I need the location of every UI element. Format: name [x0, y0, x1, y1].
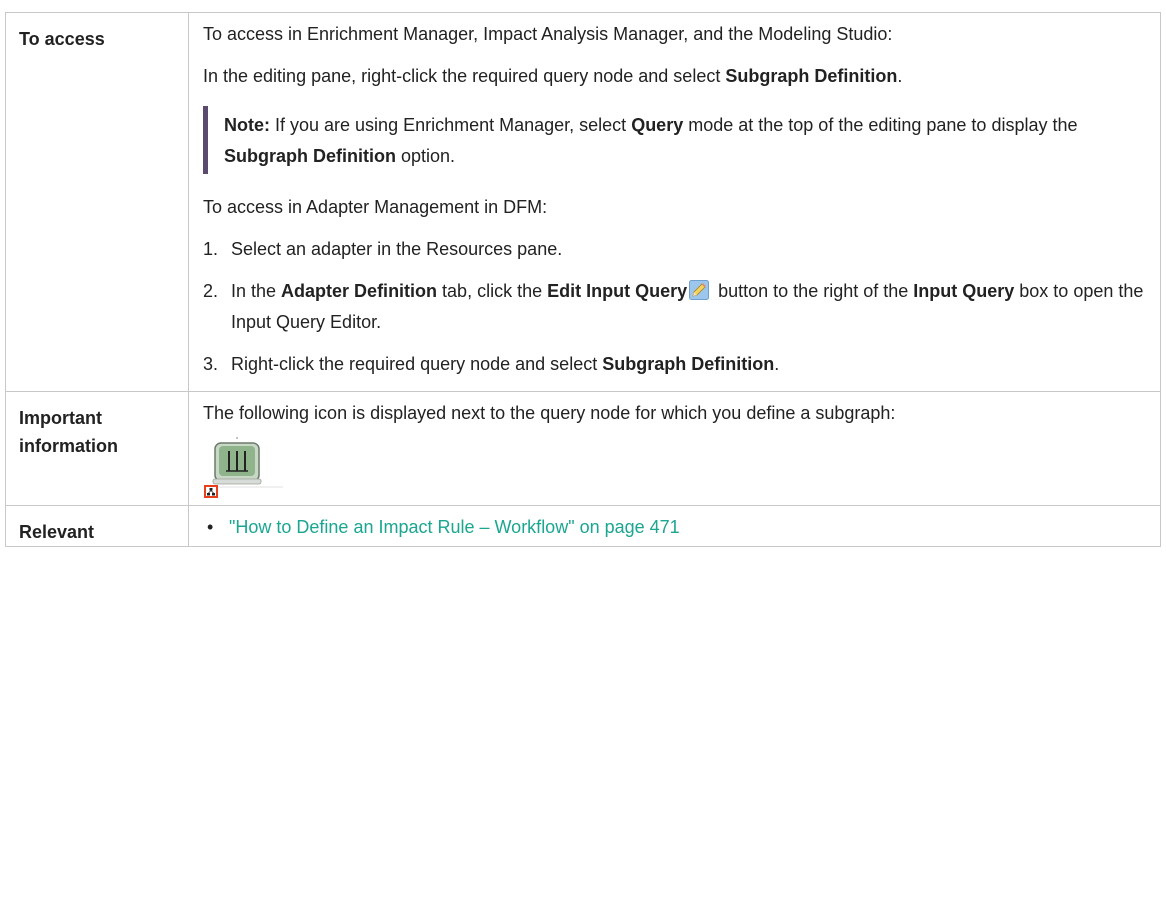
- steps-list: 1. Select an adapter in the Resources pan…: [203, 234, 1150, 380]
- impact-rule-workflow-link[interactable]: "How to Define an Impact Rule – Workflow…: [229, 517, 680, 537]
- row-content-relevant: "How to Define an Impact Rule – Workflow…: [188, 505, 1161, 547]
- row-important-information: Important information The following icon…: [5, 391, 1161, 506]
- important-text: The following icon is displayed next to …: [203, 403, 896, 423]
- access-editing-pane: In the editing pane, right-click the req…: [203, 66, 903, 86]
- info-table: To access To access in Enrichment Manage…: [5, 12, 1161, 547]
- row-content-to-access: To access in Enrichment Manager, Impact …: [188, 12, 1161, 392]
- step-item: 3. Right-click the required query node an…: [203, 354, 780, 374]
- row-content-important: The following icon is displayed next to …: [188, 391, 1161, 506]
- row-header-to-access: To access: [5, 12, 189, 392]
- note-label: Note:: [224, 115, 270, 135]
- row-header-relevant: Relevant: [5, 505, 189, 547]
- row-relevant: Relevant "How to Define an Impact Rule –…: [5, 505, 1161, 547]
- step-item: 1. Select an adapter in the Resources pan…: [203, 239, 563, 259]
- subgraph-query-node-icon: [203, 435, 295, 499]
- related-link-item: "How to Define an Impact Rule – Workflow…: [203, 512, 1150, 543]
- access-intro: To access in Enrichment Manager, Impact …: [203, 24, 893, 44]
- note-block: Note: If you are using Enrichment Manage…: [203, 106, 1150, 174]
- subgraph-definition-term: Subgraph Definition: [725, 66, 898, 86]
- pencil-edit-icon: [689, 279, 710, 300]
- related-links: "How to Define an Impact Rule – Workflow…: [203, 512, 1150, 543]
- dfm-intro: To access in Adapter Management in DFM:: [203, 197, 548, 217]
- row-to-access: To access To access in Enrichment Manage…: [5, 12, 1161, 392]
- step-item: 2. In the Adapter Definition tab, click t…: [203, 279, 1144, 332]
- row-header-important: Important information: [5, 391, 189, 506]
